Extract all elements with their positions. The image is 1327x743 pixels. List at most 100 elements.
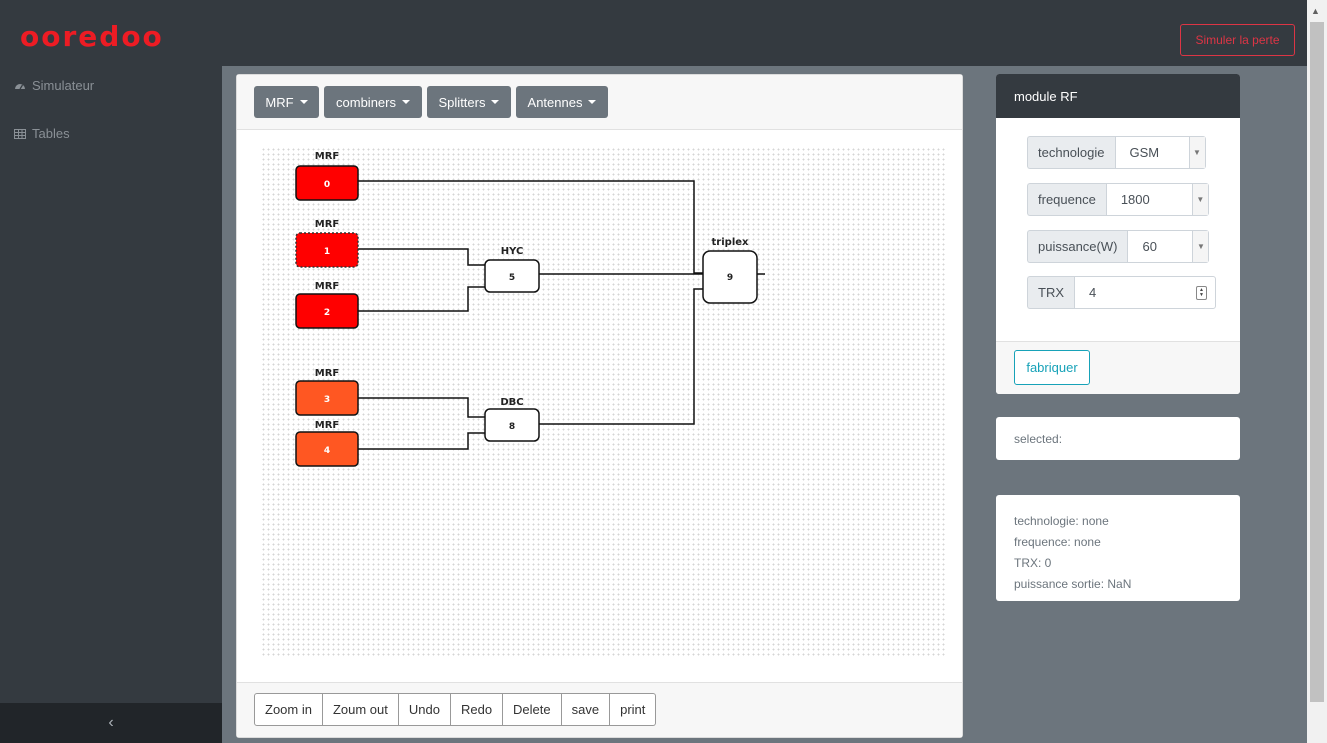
node-id: 3 [324,395,330,405]
page-scrollbar[interactable]: ▲ [1307,0,1327,743]
dropdown-label: Splitters [438,94,486,110]
technologie-select[interactable]: GSM ▼ [1114,136,1206,169]
delete-button[interactable]: Delete [503,693,562,726]
chevron-left-icon: ‹ [108,714,114,731]
triplex-node-9[interactable]: triplex 9 [702,237,758,304]
node-id: 8 [509,422,515,432]
node-label: MRF [315,420,339,431]
sidebar-item-label: Tables [32,126,70,141]
dropdown-label: combiners [336,94,396,110]
dbc-node-8[interactable]: DBC 8 [484,397,540,442]
node-id: 9 [727,273,733,283]
node-id: 2 [324,308,330,318]
trx-group: TRX 4 ▲ ▼ [1027,276,1216,309]
input-value: 4 [1089,285,1097,300]
node-label: DBC [500,397,523,408]
scroll-up-icon[interactable]: ▲ [1311,6,1320,16]
technologie-group: technologie GSM ▼ [1027,136,1206,169]
mrf-node-1[interactable]: MRF 1 [295,219,359,268]
trx-label: TRX [1027,276,1074,309]
diagram-svg: MRF 0 MRF 1 MRF 2 MRF 3 MRF 4 HYC 5 DBC … [295,151,765,467]
node-id: 0 [324,180,330,190]
diagram-actions: Zoom in Zoum out Undo Redo Delete save p… [254,693,657,726]
module-rf-form: technologie GSM ▼ frequence 1800 ▼ puiss… [996,118,1240,342]
diagram-toolbar: MRF combiners Splitters Antennes [237,75,962,130]
fabriquer-button[interactable]: fabriquer [1014,350,1090,385]
trx-number-input[interactable]: 4 ▲ ▼ [1074,276,1216,309]
node-label: HYC [501,246,524,257]
node-label: MRF [315,368,339,379]
sidebar-item-simulateur[interactable]: Simulateur [14,78,94,93]
scrollbar-thumb[interactable] [1310,22,1324,702]
antennes-dropdown[interactable]: Antennes [516,86,608,118]
zoom-out-button[interactable]: Zoum out [322,693,399,726]
print-button[interactable]: print [610,693,657,726]
mrf-dropdown[interactable]: MRF [254,86,319,118]
zoom-in-button[interactable]: Zoom in [254,693,323,726]
ooredoo-logo[interactable]: ooredoo [20,22,195,52]
splitters-dropdown[interactable]: Splitters [427,86,511,118]
frequence-select[interactable]: 1800 ▼ [1105,183,1209,216]
link-1-5 [358,248,485,266]
info-puissance: puissance sortie: NaN [1014,577,1132,591]
frequence-group: frequence 1800 ▼ [1027,183,1209,216]
chevron-down-icon: ▼ [1192,231,1209,262]
save-button[interactable]: save [561,693,611,726]
select-value: 60 [1142,239,1157,254]
selected-card: selected: [996,417,1240,460]
link-4-8 [358,432,485,450]
link-8-9 [539,288,703,425]
puissance-label: puissance(W) [1027,230,1128,263]
frequence-label: frequence [1027,183,1106,216]
module-rf-footer: fabriquer [996,342,1240,394]
selected-label: selected: [1014,431,1063,446]
top-navbar: ooredoo Simuler la perte [0,0,1307,66]
sidebar: Simulateur Tables ‹ [0,66,222,743]
table-icon [14,128,26,139]
caret-down-icon [588,100,597,104]
node-label: MRF [315,151,339,162]
module-rf-title: module RF [996,74,1240,118]
sidebar-item-tables[interactable]: Tables [14,126,70,141]
dropdown-label: MRF [265,94,294,110]
node-id: 4 [324,446,330,456]
spinner-icon[interactable]: ▲ ▼ [1196,286,1207,300]
technologie-label: technologie [1027,136,1115,169]
link-3-8 [358,397,485,418]
node-label: MRF [315,281,339,292]
sidebar-collapse-button[interactable]: ‹ [0,703,222,743]
puissance-group: puissance(W) 60 ▼ [1027,230,1210,263]
simuler-la-perte-button[interactable]: Simuler la perte [1180,24,1295,56]
node-label: MRF [315,219,339,230]
mrf-node-2[interactable]: MRF 2 [295,281,359,329]
diagram-card: MRF combiners Splitters Antennes MRF 0 M… [236,74,963,738]
diagram-footer: Zoom in Zoum out Undo Redo Delete save p… [237,682,962,737]
info-card: technologie: none frequence: none TRX: 0… [996,495,1240,601]
puissance-select[interactable]: 60 ▼ [1127,230,1210,263]
dashboard-icon [15,83,25,89]
node-id: 1 [324,247,330,257]
module-rf-card: module RF technologie GSM ▼ frequence 18… [996,74,1240,394]
mrf-node-0[interactable]: MRF 0 [295,151,359,201]
node-label: triplex [712,237,750,248]
svg-text:ooredoo: ooredoo [20,22,164,52]
sidebar-item-label: Simulateur [32,78,95,93]
node-id: 5 [509,273,515,283]
combiners-dropdown[interactable]: combiners [324,86,422,118]
caret-down-icon [491,100,500,104]
mrf-node-3[interactable]: MRF 3 [295,368,359,416]
link-0-9 [358,180,703,274]
undo-button[interactable]: Undo [398,693,451,726]
chevron-down-icon: ▼ [1188,137,1205,168]
hyc-node-5[interactable]: HYC 5 [484,246,540,293]
redo-button[interactable]: Redo [450,693,504,726]
info-trx: TRX: 0 [1014,556,1052,570]
caret-down-icon [299,100,308,104]
info-frequence: frequence: none [1014,535,1101,549]
info-technologie: technologie: none [1014,514,1109,528]
dropdown-label: Antennes [527,94,583,110]
mrf-node-4[interactable]: MRF 4 [295,420,359,467]
select-value: GSM [1129,145,1160,160]
link-2-5 [358,286,485,312]
diagram-canvas[interactable]: MRF 0 MRF 1 MRF 2 MRF 3 MRF 4 HYC 5 DBC … [261,147,946,657]
